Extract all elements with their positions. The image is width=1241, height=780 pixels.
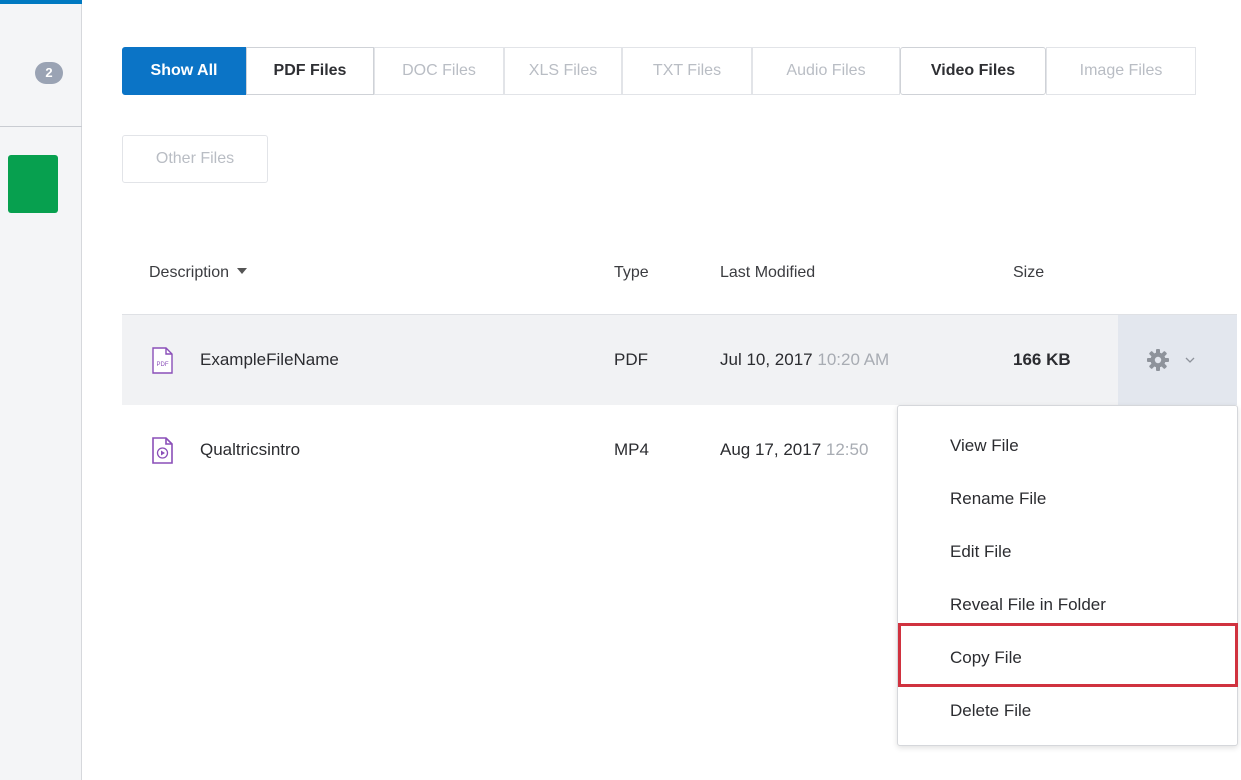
menu-item-delete-file[interactable]: Delete File <box>950 701 1031 721</box>
file-date: Jul 10, 2017 <box>720 350 813 369</box>
column-header-description[interactable]: Description <box>149 264 248 282</box>
filter-image-files-button[interactable]: Image Files <box>1046 47 1196 95</box>
column-header-type[interactable]: Type <box>614 264 649 282</box>
sidebar-green-button[interactable] <box>8 155 58 213</box>
file-last-modified: Jul 10, 2017 10:20 AM <box>720 350 889 370</box>
sort-descending-icon <box>237 268 248 274</box>
filter-other-files-button[interactable]: Other Files <box>122 135 268 183</box>
sidebar-divider <box>0 126 82 127</box>
pdf-file-icon: PDF <box>152 347 173 374</box>
row-actions-button[interactable] <box>1118 315 1237 405</box>
file-name[interactable]: Qualtricsintro <box>200 440 300 460</box>
filter-video-files-button[interactable]: Video Files <box>900 47 1046 95</box>
chevron-down-icon <box>1185 357 1195 363</box>
filter-show-all-button[interactable]: Show All <box>122 47 246 95</box>
count-badge: 2 <box>35 62 63 84</box>
sidebar-accent-line <box>0 0 82 4</box>
table-row[interactable]: PDF ExampleFileName PDF Jul 10, 2017 10:… <box>122 315 1237 405</box>
menu-item-view-file[interactable]: View File <box>950 436 1019 456</box>
filter-txt-files-button[interactable]: TXT Files <box>622 47 752 95</box>
menu-item-edit-file[interactable]: Edit File <box>950 542 1011 562</box>
file-size: 166 KB <box>1013 350 1071 369</box>
filter-audio-files-button[interactable]: Audio Files <box>752 47 900 95</box>
file-name[interactable]: ExampleFileName <box>200 350 339 370</box>
file-time: 12:50 <box>825 440 869 459</box>
gear-icon <box>1147 349 1169 371</box>
column-header-description-label: Description <box>149 264 230 281</box>
filter-pdf-files-button[interactable]: PDF Files <box>246 47 374 95</box>
file-actions-menu: View File Rename File Edit File Reveal F… <box>897 405 1238 746</box>
left-sidebar: 2 <box>0 0 82 780</box>
svg-text:PDF: PDF <box>157 362 169 368</box>
column-header-size[interactable]: Size <box>1013 264 1044 282</box>
menu-item-reveal-file-in-folder[interactable]: Reveal File in Folder <box>950 595 1106 615</box>
file-type: PDF <box>614 350 648 369</box>
file-type: MP4 <box>614 440 649 459</box>
file-last-modified: Aug 17, 2017 12:50 <box>720 440 868 460</box>
file-date: Aug 17, 2017 <box>720 440 822 459</box>
copy-file-highlight <box>898 623 1238 687</box>
filter-doc-files-button[interactable]: DOC Files <box>374 47 504 95</box>
filter-xls-files-button[interactable]: XLS Files <box>504 47 622 95</box>
video-file-icon <box>152 437 173 464</box>
file-time: 10:20 AM <box>817 350 890 369</box>
menu-item-rename-file[interactable]: Rename File <box>950 489 1046 509</box>
column-header-last-modified[interactable]: Last Modified <box>720 264 815 282</box>
